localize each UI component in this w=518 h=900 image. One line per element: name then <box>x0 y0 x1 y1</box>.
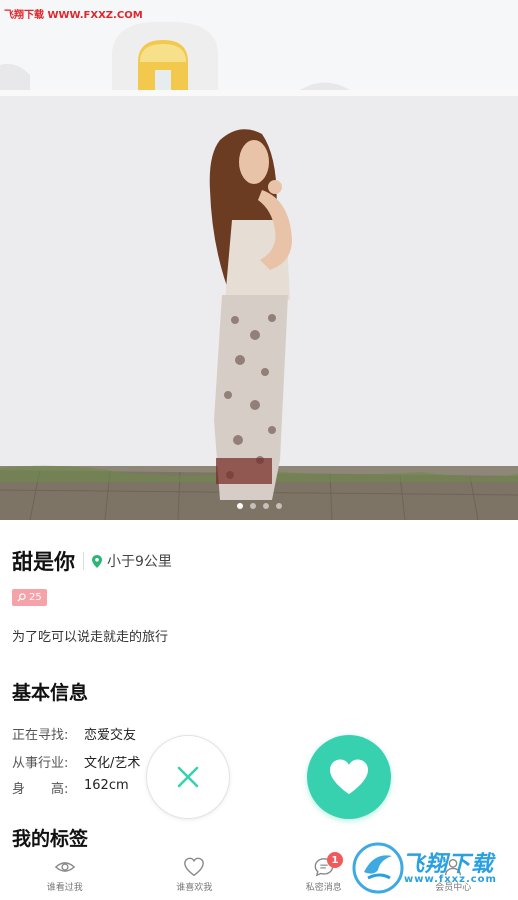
info-value: 恋爱交友 <box>84 728 137 743</box>
pager-dot <box>262 503 269 509</box>
info-value: 162cm <box>84 778 129 793</box>
age-text: 25 <box>29 592 42 603</box>
distance: 小于9公里 <box>92 551 172 571</box>
female-icon <box>17 593 26 602</box>
tab-label: 谁喜欢我 <box>176 883 213 893</box>
heart-icon <box>330 759 368 794</box>
close-icon <box>177 766 199 788</box>
location-pin-icon <box>92 554 102 568</box>
pager-dot <box>249 503 256 509</box>
tab-who-viewed-me[interactable]: 谁看过我 <box>0 852 130 900</box>
watermark-url: www.fxxz.com <box>404 874 497 885</box>
profile-photo[interactable]: 飞翔下载 WWW.FXXZ.COM <box>0 0 518 520</box>
info-label: 正在寻找: <box>12 728 69 743</box>
basic-info-title: 基本信息 <box>12 682 89 704</box>
divider <box>83 552 84 570</box>
info-row-height: 身 高: 162cm <box>12 778 129 797</box>
name-row: 甜是你 小于9公里 <box>12 546 172 576</box>
pager-dot <box>275 503 282 509</box>
info-row-industry: 从事行业: 文化/艺术 <box>12 752 140 771</box>
tags-title: 我的标签 <box>12 828 89 850</box>
info-value: 文化/艺术 <box>84 756 141 771</box>
tab-label: 私密消息 <box>305 883 342 893</box>
like-button[interactable] <box>307 735 391 819</box>
info-label: 从事行业: <box>12 756 69 771</box>
distance-text: 小于9公里 <box>107 554 172 570</box>
tab-who-likes-me[interactable]: 谁喜欢我 <box>130 852 260 900</box>
age-badge: 25 <box>12 589 47 606</box>
dislike-button[interactable] <box>146 735 230 819</box>
eye-icon <box>54 862 75 872</box>
watermark-top: 飞翔下载 WWW.FXXZ.COM <box>4 10 143 21</box>
info-label: 身 高: <box>12 782 69 797</box>
unread-badge: 1 <box>327 852 343 868</box>
tab-label: 谁看过我 <box>46 883 83 893</box>
photo-pager <box>0 503 518 509</box>
pager-dot <box>236 503 243 509</box>
info-row-looking-for: 正在寻找: 恋爱交友 <box>12 724 136 743</box>
profile-photo-image <box>0 0 518 520</box>
profile-name: 甜是你 <box>12 550 75 574</box>
bio: 为了吃可以说走就走的旅行 <box>12 630 169 645</box>
heart-outline-icon <box>184 857 205 877</box>
